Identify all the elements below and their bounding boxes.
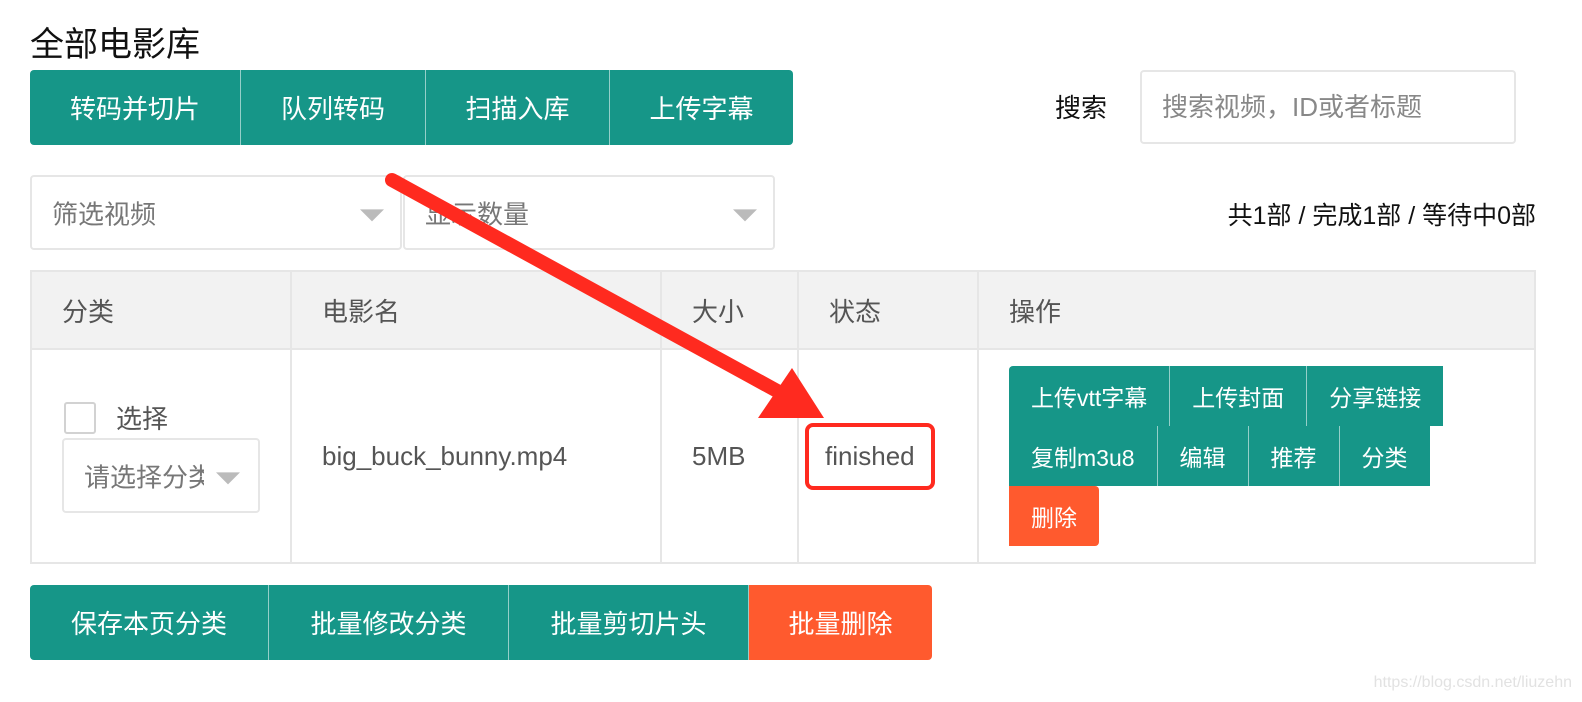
table-row: 选择 请选择分类 big_buck_bunny.mp4 5MB finished… bbox=[30, 348, 1536, 564]
search-label: 搜索 bbox=[1055, 93, 1108, 123]
size-cell: 5MB bbox=[660, 348, 799, 564]
upload-cover-button[interactable]: 上传封面 bbox=[1170, 366, 1308, 426]
header-category: 分类 bbox=[30, 270, 292, 350]
filter-video-select-value: 筛选视频 bbox=[52, 199, 157, 229]
page: 全部电影库 转码并切片 队列转码 扫描入库 上传字幕 搜索 筛选视频 显示数量 … bbox=[0, 0, 1582, 702]
queue-transcode-button[interactable]: 队列转码 bbox=[241, 70, 426, 145]
page-title: 全部电影库 bbox=[30, 26, 200, 64]
header-actions: 操作 bbox=[977, 270, 1536, 350]
transcode-slice-button[interactable]: 转码并切片 bbox=[30, 70, 241, 145]
batch-edit-category-button[interactable]: 批量修改分类 bbox=[269, 585, 509, 660]
movie-name-cell: big_buck_bunny.mp4 bbox=[290, 348, 662, 564]
header-size: 大小 bbox=[660, 270, 799, 350]
save-page-category-button[interactable]: 保存本页分类 bbox=[30, 585, 269, 660]
upload-vtt-button[interactable]: 上传vtt字幕 bbox=[1009, 366, 1171, 426]
summary-counts: 共1部 / 完成1部 / 等待中0部 bbox=[1227, 202, 1536, 230]
status-cell: finished bbox=[797, 348, 979, 564]
category-select-value: 请选择分类 bbox=[84, 462, 204, 492]
header-status: 状态 bbox=[797, 270, 979, 350]
watermark: https://blog.csdn.net/liuzehn bbox=[1373, 674, 1572, 691]
search-input[interactable] bbox=[1140, 70, 1516, 144]
recommend-button[interactable]: 推荐 bbox=[1248, 426, 1340, 486]
display-count-select-value: 显示数量 bbox=[425, 199, 530, 229]
chevron-down-icon bbox=[360, 208, 384, 221]
filter-video-select[interactable]: 筛选视频 bbox=[30, 175, 402, 250]
category-cell: 选择 请选择分类 bbox=[30, 348, 292, 564]
batch-delete-button[interactable]: 批量删除 bbox=[749, 585, 932, 660]
top-toolbar: 转码并切片 队列转码 扫描入库 上传字幕 bbox=[30, 70, 793, 145]
category-select[interactable]: 请选择分类 bbox=[62, 438, 260, 513]
movie-table: 分类 电影名 大小 状态 操作 选择 请选择分类 big_buck_bunny.… bbox=[30, 270, 1536, 564]
table-header-row: 分类 电影名 大小 状态 操作 bbox=[30, 270, 1536, 350]
categorize-button[interactable]: 分类 bbox=[1339, 426, 1430, 486]
edit-button[interactable]: 编辑 bbox=[1157, 426, 1249, 486]
header-movie-name: 电影名 bbox=[290, 270, 662, 350]
chevron-down-icon bbox=[733, 208, 757, 221]
display-count-select[interactable]: 显示数量 bbox=[403, 175, 775, 250]
upload-subtitle-button[interactable]: 上传字幕 bbox=[610, 70, 793, 145]
copy-m3u8-button[interactable]: 复制m3u8 bbox=[1009, 426, 1158, 486]
scan-import-button[interactable]: 扫描入库 bbox=[426, 70, 610, 145]
select-checkbox[interactable] bbox=[64, 401, 96, 434]
bottom-toolbar: 保存本页分类 批量修改分类 批量剪切片头 批量删除 bbox=[30, 585, 932, 660]
select-label: 选择 bbox=[116, 404, 169, 434]
action-buttons: 上传vtt字幕 上传封面 分享链接 复制m3u8 编辑 推荐 分类 删除 bbox=[1009, 366, 1534, 546]
batch-cut-intro-button[interactable]: 批量剪切片头 bbox=[509, 585, 749, 660]
share-link-button[interactable]: 分享链接 bbox=[1307, 366, 1444, 426]
actions-cell: 上传vtt字幕 上传封面 分享链接 复制m3u8 编辑 推荐 分类 删除 bbox=[977, 348, 1536, 564]
delete-button[interactable]: 删除 bbox=[1009, 486, 1099, 546]
chevron-down-icon bbox=[216, 471, 240, 484]
status-badge: finished bbox=[805, 422, 935, 490]
